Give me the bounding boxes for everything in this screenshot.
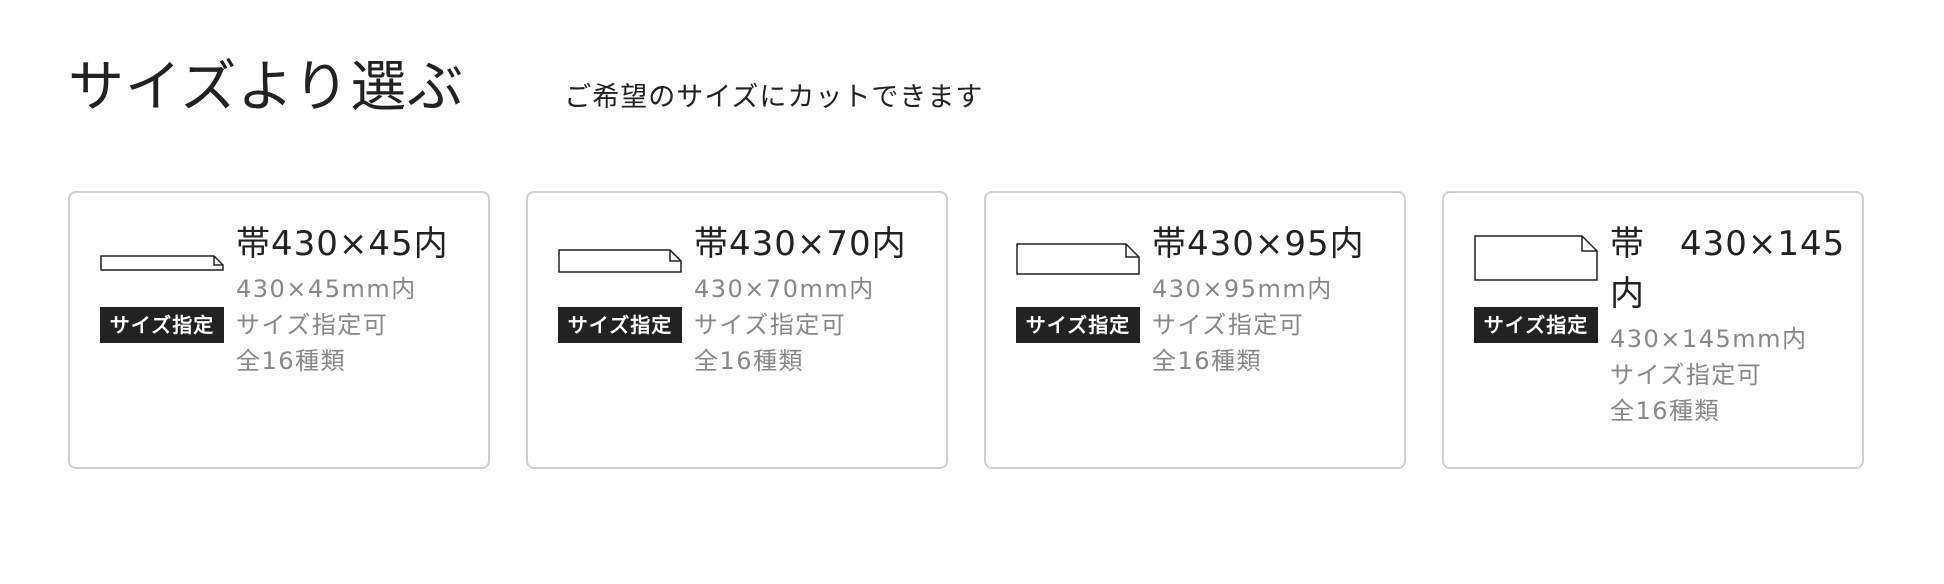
- card-cut-note: サイズ指定可: [1610, 361, 1763, 389]
- card-title: 帯430×45内: [236, 224, 449, 264]
- card-details: 430×145mm内 サイズ指定可 全16種類: [1610, 321, 1846, 429]
- page-title: サイズより選ぶ: [68, 55, 465, 120]
- strip-shape-icon: [558, 249, 682, 273]
- card-visual: サイズ指定: [100, 235, 224, 345]
- card-size: 430×45mm内: [236, 275, 417, 303]
- card-variant-count: 全16種類: [1152, 347, 1263, 375]
- card-visual: サイズ指定: [558, 235, 682, 345]
- card-text: 帯430×95内 430×95mm内 サイズ指定可 全16種類: [1152, 219, 1388, 379]
- card-details: 430×95mm内 サイズ指定可 全16種類: [1152, 271, 1388, 379]
- card-size: 430×95mm内: [1152, 275, 1333, 303]
- strip-shape-icon: [1016, 243, 1140, 275]
- card-title: 帯430×70内: [694, 224, 907, 264]
- size-card-430x145[interactable]: サイズ指定 帯 430×145内 430×145mm内 サイズ指定可 全16種類: [1442, 191, 1864, 469]
- size-card-430x70[interactable]: サイズ指定 帯430×70内 430×70mm内 サイズ指定可 全16種類: [526, 191, 948, 469]
- card-visual: サイズ指定: [1474, 235, 1598, 345]
- card-text: 帯 430×145内 430×145mm内 サイズ指定可 全16種類: [1610, 219, 1846, 429]
- card-variant-count: 全16種類: [694, 347, 805, 375]
- page-subtitle: ご希望のサイズにカットできます: [564, 82, 984, 113]
- card-title: 帯430×95内: [1152, 224, 1365, 264]
- card-cut-note: サイズ指定可: [1152, 311, 1305, 339]
- size-spec-badge: サイズ指定: [558, 307, 682, 343]
- card-size: 430×70mm内: [694, 275, 875, 303]
- size-spec-badge: サイズ指定: [1474, 307, 1598, 343]
- card-visual: サイズ指定: [1016, 235, 1140, 345]
- size-spec-badge: サイズ指定: [100, 307, 224, 343]
- card-variant-count: 全16種類: [236, 347, 347, 375]
- size-card-430x45[interactable]: サイズ指定 帯430×45内 430×45mm内 サイズ指定可 全16種類: [68, 191, 490, 469]
- strip-shape-icon: [100, 255, 224, 271]
- card-details: 430×45mm内 サイズ指定可 全16種類: [236, 271, 472, 379]
- card-text: 帯430×70内 430×70mm内 サイズ指定可 全16種類: [694, 219, 930, 379]
- card-size: 430×145mm内: [1610, 325, 1808, 353]
- size-card-list: サイズ指定 帯430×45内 430×45mm内 サイズ指定可 全16種類 サイ…: [68, 191, 1864, 469]
- card-cut-note: サイズ指定可: [694, 311, 847, 339]
- size-card-430x95[interactable]: サイズ指定 帯430×95内 430×95mm内 サイズ指定可 全16種類: [984, 191, 1406, 469]
- size-spec-badge: サイズ指定: [1016, 307, 1140, 343]
- card-variant-count: 全16種類: [1610, 397, 1721, 425]
- strip-shape-icon: [1474, 235, 1598, 281]
- page-header: サイズより選ぶ ご希望のサイズにカットできます: [68, 42, 983, 123]
- card-cut-note: サイズ指定可: [236, 311, 389, 339]
- card-title: 帯 430×145内: [1610, 224, 1846, 314]
- card-text: 帯430×45内 430×45mm内 サイズ指定可 全16種類: [236, 219, 472, 379]
- card-details: 430×70mm内 サイズ指定可 全16種類: [694, 271, 930, 379]
